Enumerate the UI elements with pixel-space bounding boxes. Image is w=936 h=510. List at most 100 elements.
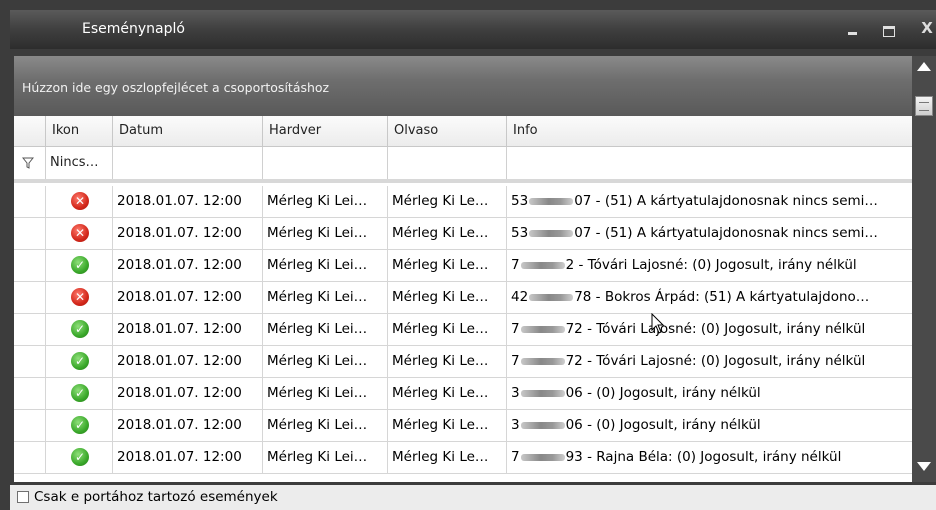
table-row[interactable]: ✕ 2018.01.07. 12:00 Mérleg Ki Lei… Mérleg K… (14, 186, 912, 218)
check-ok-icon: ✓ (71, 448, 89, 466)
cell-info: 3 06 - (0) Jogosult, irány nélkül (507, 378, 912, 409)
row-indicator[interactable] (14, 282, 46, 313)
data-rows: ✕ 2018.01.07. 12:00 Mérleg Ki Lei… Mérleg K… (14, 186, 912, 474)
cell-olvaso: Mérleg Ki Le… (388, 346, 507, 377)
cell-ikon: ✓ (46, 378, 113, 409)
column-header-info[interactable]: Info (507, 116, 912, 146)
cell-olvaso: Mérleg Ki Le… (388, 186, 507, 217)
cell-ikon: ✓ (46, 314, 113, 345)
row-indicator[interactable] (14, 218, 46, 249)
row-indicator[interactable] (14, 442, 46, 473)
minimize-button[interactable] (842, 18, 864, 40)
table-row[interactable]: ✓ 2018.01.07. 12:00 Mérleg Ki Lei… Mérleg K… (14, 410, 912, 442)
redacted-blur (520, 261, 565, 269)
filter-cell-ikon[interactable]: Nincs… (46, 147, 113, 179)
check-ok-icon: ✓ (71, 384, 89, 402)
group-panel[interactable]: Húzzon ide egy oszlopfejlécet a csoporto… (14, 56, 912, 116)
scroll-up-arrow-icon[interactable] (917, 62, 931, 71)
cell-hardver: Mérleg Ki Lei… (263, 314, 388, 345)
table-row[interactable]: ✕ 2018.01.07. 12:00 Mérleg Ki Lei… Mérleg K… (14, 282, 912, 314)
info-text: 93 - Rajna Béla: (0) Jogosult, irány nél… (565, 449, 842, 465)
column-header-datum[interactable]: Datum (113, 116, 263, 146)
filter-cell-olvaso[interactable] (388, 147, 507, 179)
info-text: 78 - Bokros Árpád: (51) A kártyatulajdon… (574, 289, 870, 305)
info-prefix: 3 (511, 385, 520, 401)
info-prefix: 7 (511, 321, 520, 337)
filter-cell-hardver[interactable] (263, 147, 388, 179)
filter-cell-datum[interactable] (113, 147, 263, 179)
cell-datum: 2018.01.07. 12:00 (113, 250, 263, 281)
row-indicator[interactable] (14, 346, 46, 377)
info-text: 07 - (51) A kártyatulajdonosnak nincs se… (574, 193, 878, 209)
error-x-icon: ✕ (71, 192, 89, 210)
cell-ikon: ✕ (46, 282, 113, 313)
cell-hardver: Mérleg Ki Lei… (263, 442, 388, 473)
mouse-cursor-icon (651, 313, 665, 334)
window-title: Eseménynapló (82, 21, 185, 37)
info-prefix: 53 (511, 225, 529, 241)
info-text: 72 - Tóvári Lajosné: (0) Jogosult, irány… (565, 321, 866, 337)
check-ok-icon: ✓ (71, 256, 89, 274)
table-row[interactable]: ✓ 2018.01.07. 12:00 Mérleg Ki Lei… Mérleg K… (14, 250, 912, 282)
filter-funnel-icon[interactable] (21, 157, 35, 169)
port-only-checkbox-label[interactable]: Csak e portához tartozó események (34, 489, 278, 505)
cell-datum: 2018.01.07. 12:00 (113, 442, 263, 473)
cell-datum: 2018.01.07. 12:00 (113, 378, 263, 409)
error-x-icon: ✕ (71, 288, 89, 306)
cell-hardver: Mérleg Ki Lei… (263, 410, 388, 441)
check-ok-icon: ✓ (71, 352, 89, 370)
table-row[interactable]: ✕ 2018.01.07. 12:00 Mérleg Ki Lei… Mérleg K… (14, 218, 912, 250)
footer-bar: Csak e portához tartozó események (10, 485, 936, 510)
cell-info: 42 78 - Bokros Árpád: (51) A kártyatulajd… (507, 282, 912, 313)
info-text: 72 - Tóvári Lajosné: (0) Jogosult, irány… (565, 353, 866, 369)
row-indicator[interactable] (14, 250, 46, 281)
info-prefix: 53 (511, 193, 529, 209)
cell-hardver: Mérleg Ki Lei… (263, 378, 388, 409)
error-x-icon: ✕ (71, 224, 89, 242)
cell-olvaso: Mérleg Ki Le… (388, 218, 507, 249)
table-row[interactable]: ✓ 2018.01.07. 12:00 Mérleg Ki Lei… Mérleg K… (14, 442, 912, 474)
maximize-button[interactable] (878, 18, 900, 40)
cell-info: 7 72 - Tóvári Lajosné: (0) Jogosult, irán… (507, 314, 912, 345)
cell-info: 7 72 - Tóvári Lajosné: (0) Jogosult, irán… (507, 346, 912, 377)
table-row[interactable]: ✓ 2018.01.07. 12:00 Mérleg Ki Lei… Mérleg K… (14, 378, 912, 410)
close-button[interactable]: X (916, 17, 936, 39)
filter-cell-info[interactable] (507, 147, 912, 179)
info-prefix: 3 (511, 417, 520, 433)
title-bar[interactable]: Eseménynapló X (10, 10, 936, 49)
row-indicator[interactable] (14, 410, 46, 441)
row-indicator[interactable] (14, 314, 46, 345)
cell-datum: 2018.01.07. 12:00 (113, 410, 263, 441)
port-only-checkbox[interactable] (17, 491, 29, 503)
column-header-ikon[interactable]: Ikon (46, 116, 113, 146)
filter-row-icon-cell[interactable] (14, 147, 46, 179)
column-header-hardver[interactable]: Hardver (263, 116, 388, 146)
event-grid: Húzzon ide egy oszlopfejlécet a csoporto… (14, 56, 912, 482)
check-ok-icon: ✓ (71, 320, 89, 338)
cell-datum: 2018.01.07. 12:00 (113, 218, 263, 249)
column-header-olvaso[interactable]: Olvaso (388, 116, 507, 146)
cell-hardver: Mérleg Ki Lei… (263, 218, 388, 249)
row-indicator[interactable] (14, 186, 46, 217)
table-row[interactable]: ✓ 2018.01.07. 12:00 Mérleg Ki Lei… Mérleg K… (14, 346, 912, 378)
redacted-blur (520, 357, 565, 365)
vertical-scrollbar[interactable] (912, 56, 936, 482)
cell-datum: 2018.01.07. 12:00 (113, 314, 263, 345)
cell-olvaso: Mérleg Ki Le… (388, 378, 507, 409)
table-row[interactable]: ✓ 2018.01.07. 12:00 Mérleg Ki Lei… Mérleg K… (14, 314, 912, 346)
cell-info: 7 93 - Rajna Béla: (0) Jogosult, irány né… (507, 442, 912, 473)
cell-ikon: ✕ (46, 186, 113, 217)
row-indicator[interactable] (14, 378, 46, 409)
cell-olvaso: Mérleg Ki Le… (388, 410, 507, 441)
redacted-blur (520, 453, 565, 461)
cell-hardver: Mérleg Ki Lei… (263, 282, 388, 313)
cell-info: 3 06 - (0) Jogosult, irány nélkül (507, 410, 912, 441)
scroll-thumb[interactable] (915, 96, 933, 116)
scroll-down-arrow-icon[interactable] (917, 462, 931, 471)
cell-datum: 2018.01.07. 12:00 (113, 282, 263, 313)
column-header-row: Ikon Datum Hardver Olvaso Info (14, 116, 912, 147)
cell-info: 53 07 - (51) A kártyatulajdonosnak nincs … (507, 186, 912, 217)
info-prefix: 42 (511, 289, 529, 305)
redacted-blur (529, 293, 574, 301)
redacted-blur (520, 325, 565, 333)
